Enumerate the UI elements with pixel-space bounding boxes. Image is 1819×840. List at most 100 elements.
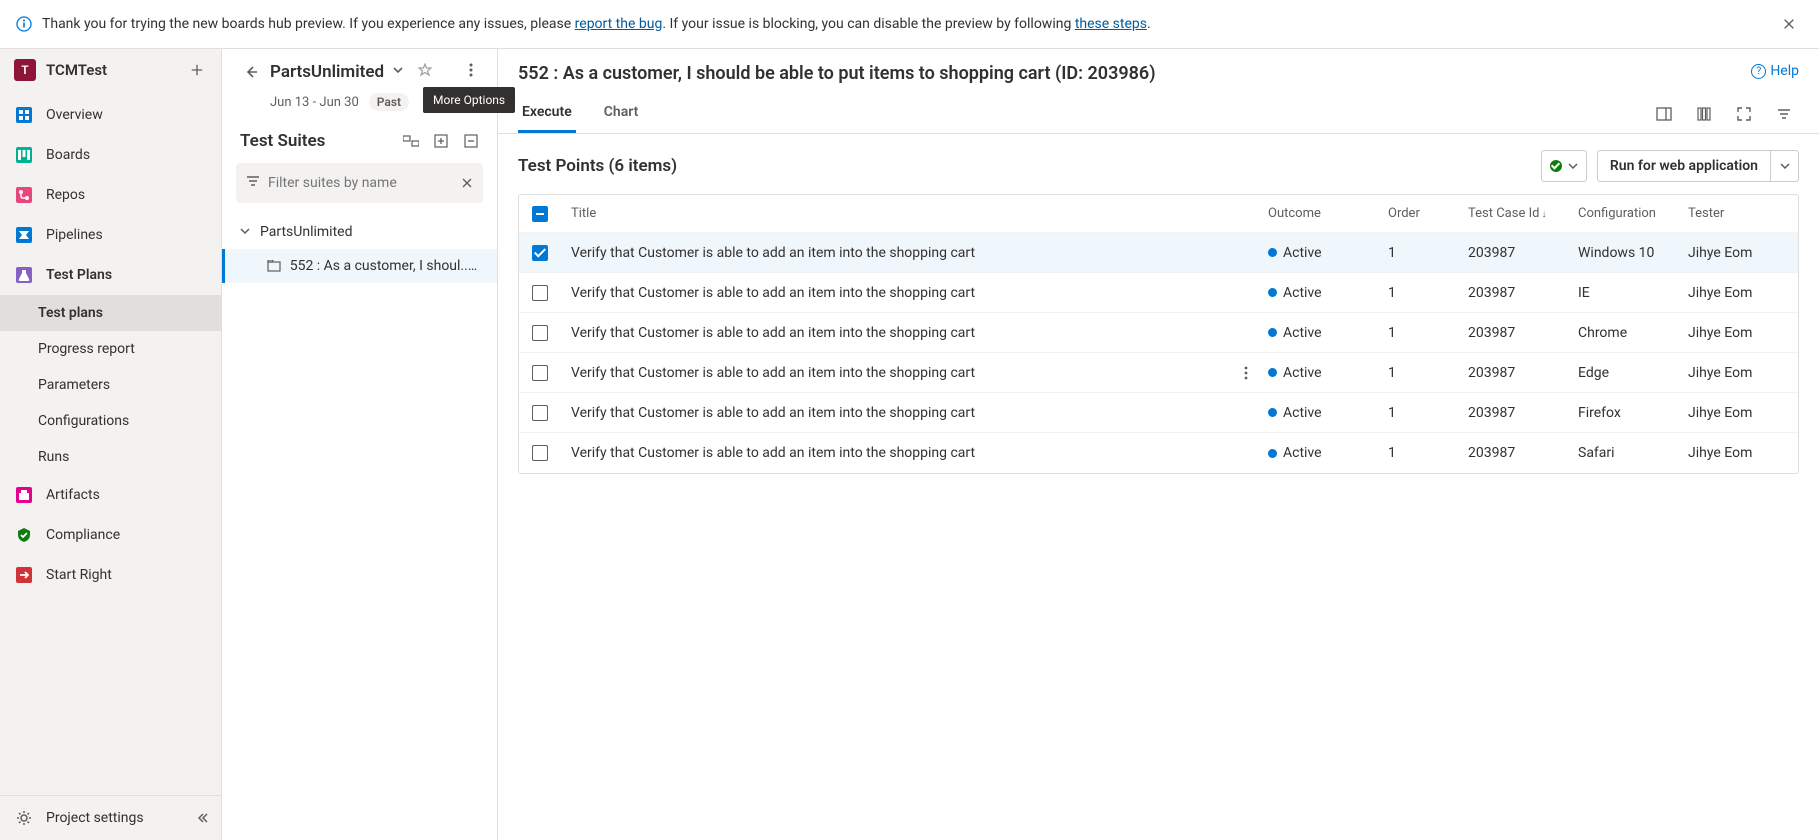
nav-test-plans[interactable]: Test Plans <box>0 255 221 295</box>
cell-tester: Jihye Eom <box>1678 365 1798 381</box>
tab-execute[interactable]: Execute <box>518 94 576 133</box>
chevron-down-icon[interactable] <box>240 224 256 240</box>
suite-child[interactable]: 552 : As a customer, I shoul... .. <box>222 249 497 283</box>
row-checkbox[interactable] <box>532 405 548 421</box>
suite-filter[interactable] <box>236 163 483 203</box>
nav-runs-label: Runs <box>38 449 69 465</box>
nav-progress-report[interactable]: Progress report <box>0 331 221 367</box>
sidebar-footer: Project settings <box>0 795 221 840</box>
nav-sub-test-plans[interactable]: Test plans <box>0 295 221 331</box>
plan-name[interactable]: PartsUnlimited <box>270 62 384 82</box>
nav-configurations[interactable]: Configurations <box>0 403 221 439</box>
fullscreen-button[interactable] <box>1729 99 1759 129</box>
nav-pipelines[interactable]: Pipelines <box>0 215 221 255</box>
project-header[interactable]: T TCMTest <box>0 49 221 91</box>
suite-filter-clear[interactable] <box>461 174 473 193</box>
nav-runs[interactable]: Runs <box>0 439 221 475</box>
favorite-button[interactable] <box>418 63 432 81</box>
plan-more-button[interactable]: More Options <box>463 63 479 81</box>
disable-steps-link[interactable]: these steps <box>1075 16 1147 32</box>
cell-outcome: Active <box>1258 285 1378 301</box>
suites-title: Test Suites <box>240 131 403 151</box>
table-row[interactable]: Verify that Customer is able to add an i… <box>519 233 1798 273</box>
artifacts-icon <box>14 485 34 505</box>
active-status-icon <box>1268 368 1277 377</box>
table-row[interactable]: Verify that Customer is able to add an i… <box>519 313 1798 353</box>
row-checkbox[interactable] <box>532 445 548 461</box>
suite-icon <box>266 258 282 274</box>
delete-suite-button[interactable] <box>463 133 479 149</box>
table-row[interactable]: Verify that Customer is able to add an i… <box>519 273 1798 313</box>
nav-start-right[interactable]: Start Right <box>0 555 221 595</box>
cell-outcome: Active <box>1258 445 1378 461</box>
test-points-bar: Test Points (6 items) Run for web applic… <box>498 134 1819 194</box>
cell-order: 1 <box>1378 405 1458 421</box>
row-more-button[interactable] <box>1234 366 1258 380</box>
nav-artifacts-label: Artifacts <box>46 487 100 503</box>
nav-compliance[interactable]: Compliance <box>0 515 221 555</box>
nav-boards[interactable]: Boards <box>0 135 221 175</box>
report-bug-link[interactable]: report the bug <box>575 16 663 32</box>
cell-title: Verify that Customer is able to add an i… <box>561 285 1234 301</box>
suite-root-label: PartsUnlimited <box>260 224 352 240</box>
cell-tester: Jihye Eom <box>1678 285 1798 301</box>
tab-chart[interactable]: Chart <box>600 94 643 133</box>
cell-configuration: Safari <box>1568 445 1678 461</box>
banner-close-button[interactable] <box>1775 10 1803 38</box>
nav-pipelines-label: Pipelines <box>46 227 103 243</box>
cell-tester: Jihye Eom <box>1678 405 1798 421</box>
help-link[interactable]: ? Help <box>1751 63 1799 79</box>
plan-dates: Jun 13 - Jun 30 <box>270 95 359 110</box>
info-banner: Thank you for trying the new boards hub … <box>0 0 1819 49</box>
overview-icon <box>14 105 34 125</box>
active-status-icon <box>1268 408 1277 417</box>
side-panel-button[interactable] <box>1649 99 1679 129</box>
row-checkbox[interactable] <box>532 245 548 261</box>
test-points-title: Test Points (6 items) <box>518 156 1541 176</box>
outcome-dropdown[interactable] <box>1541 150 1587 182</box>
chevron-down-icon <box>1568 161 1578 171</box>
add-suite-button[interactable] <box>433 133 449 149</box>
select-all-checkbox[interactable] <box>532 206 548 222</box>
nav-repos-label: Repos <box>46 187 85 203</box>
col-configuration[interactable]: Configuration <box>1568 206 1678 221</box>
nav-start-right-label: Start Right <box>46 567 112 583</box>
col-order[interactable]: Order <box>1378 206 1458 221</box>
nav-sub-test-plans-label: Test plans <box>38 305 103 321</box>
col-tester[interactable]: Tester <box>1678 206 1798 221</box>
nav-project-settings[interactable]: Project settings <box>0 796 189 840</box>
filter-toggle-button[interactable] <box>1769 99 1799 129</box>
row-checkbox[interactable] <box>532 365 548 381</box>
suite-filter-input[interactable] <box>268 175 461 191</box>
success-icon <box>1550 160 1562 172</box>
sidebar-collapse-button[interactable] <box>189 796 221 840</box>
table-row[interactable]: Verify that Customer is able to add an i… <box>519 353 1798 393</box>
col-outcome[interactable]: Outcome <box>1258 206 1378 221</box>
cell-configuration: Edge <box>1568 365 1678 381</box>
nav-parameters-label: Parameters <box>38 377 110 393</box>
project-add-button[interactable] <box>187 60 207 80</box>
plan-dropdown[interactable] <box>392 64 404 80</box>
cell-tester: Jihye Eom <box>1678 245 1798 261</box>
col-test-case-id[interactable]: Test Case Id↓ <box>1458 206 1568 221</box>
column-options-button[interactable] <box>1689 99 1719 129</box>
nav-repos[interactable]: Repos <box>0 175 221 215</box>
nav-artifacts[interactable]: Artifacts <box>0 475 221 515</box>
project-avatar: T <box>14 59 36 81</box>
col-title[interactable]: Title <box>561 206 1234 221</box>
expand-all-button[interactable] <box>403 133 419 149</box>
table-row[interactable]: Verify that Customer is able to add an i… <box>519 433 1798 473</box>
cell-order: 1 <box>1378 285 1458 301</box>
suite-root[interactable]: PartsUnlimited <box>222 215 497 249</box>
nav-overview[interactable]: Overview <box>0 95 221 135</box>
nav-settings-label: Project settings <box>46 810 144 826</box>
nav-list: Overview Boards Repos Pipelines Test Pla… <box>0 91 221 795</box>
run-button[interactable]: Run for web application <box>1598 158 1770 174</box>
run-dropdown[interactable] <box>1770 151 1798 181</box>
nav-parameters[interactable]: Parameters <box>0 367 221 403</box>
back-button[interactable] <box>240 61 262 83</box>
table-row[interactable]: Verify that Customer is able to add an i… <box>519 393 1798 433</box>
row-checkbox[interactable] <box>532 285 548 301</box>
row-checkbox[interactable] <box>532 325 548 341</box>
active-status-icon <box>1268 449 1277 458</box>
